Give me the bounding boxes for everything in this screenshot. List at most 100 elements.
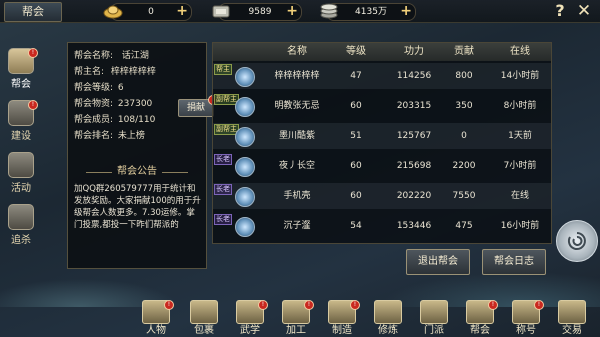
- menu-sect[interactable]: 门派: [414, 300, 454, 337]
- menu-trade[interactable]: 交易: [552, 300, 592, 337]
- spiral-action-button[interactable]: [556, 220, 598, 262]
- label: 帮会名称:: [74, 51, 114, 61]
- avatar: [235, 67, 255, 87]
- leave-guild-button[interactable]: 退出帮会: [406, 249, 470, 275]
- member-contribution: 0: [461, 131, 467, 141]
- table-row[interactable]: 副帮主 明教张无忌 60 203315 350 8小时前: [213, 93, 551, 119]
- member-name: 手机壳: [283, 191, 311, 201]
- coin-value: 4135万: [355, 7, 387, 17]
- guild-log-button[interactable]: 帮会日志: [482, 249, 546, 275]
- notification-badge: !: [28, 48, 38, 58]
- label: 帮会排名:: [74, 131, 114, 141]
- label: 帮会成员:: [74, 115, 114, 125]
- table-row[interactable]: 副帮主 墨川酷紫 51 125767 0 1天前: [213, 123, 551, 149]
- member-contribution: 800: [455, 71, 473, 81]
- member-power: 203315: [396, 101, 432, 111]
- silver-value: 9589: [248, 7, 272, 17]
- member-level: 60: [350, 191, 362, 201]
- member-name: 沉子瀣: [283, 221, 311, 231]
- trade-icon: [558, 300, 586, 324]
- table-row[interactable]: 长老 沉子瀣 54 153446 475 16小时前: [213, 213, 551, 239]
- guild-level-row: 帮会等级: 6: [74, 81, 124, 95]
- member-power: 215698: [396, 161, 432, 171]
- member-online: 16小时前: [500, 221, 540, 231]
- nav-item-label: 建设: [11, 131, 31, 142]
- help-button[interactable]: ?: [551, 1, 569, 21]
- guild-members: 108/110: [117, 115, 156, 125]
- coin-counter: 4135万 +: [320, 3, 416, 21]
- member-power: 153446: [396, 221, 432, 231]
- table-row[interactable]: 长老 手机壳 60 202220 7550 在线: [213, 183, 551, 209]
- avatar: [235, 217, 255, 237]
- sect-gate-icon: [420, 300, 448, 324]
- nav-item-guild[interactable]: 帮会 !: [2, 48, 40, 90]
- member-name: 夜丿长空: [278, 161, 315, 171]
- menu-label: 修炼: [378, 325, 398, 336]
- notice-text: 加QQ群260579777用于统计和发放奖励。大家捐献100的用于升级帮会人数更…: [74, 184, 201, 230]
- guild-supply-row: 帮会物资: 237300: [74, 97, 152, 111]
- member-online: 8小时前: [503, 101, 537, 111]
- guild-leader-row: 帮主名: 梓梓梓梓梓: [74, 65, 156, 79]
- bag-icon: [190, 300, 218, 324]
- member-name: 墨川酷紫: [278, 131, 315, 141]
- menu-forge[interactable]: 制造 !: [322, 300, 362, 337]
- member-level: 51: [350, 131, 362, 141]
- nav-item-label: 追杀: [11, 235, 31, 246]
- member-contribution: 7550: [452, 191, 476, 201]
- member-power: 114256: [396, 71, 432, 81]
- activity-icon: [8, 152, 34, 178]
- nav-item-pursue[interactable]: 追杀: [2, 204, 40, 246]
- notification-badge: !: [534, 300, 544, 310]
- nav-item-label: 帮会: [11, 79, 31, 90]
- column-header-power[interactable]: 功力: [385, 43, 443, 61]
- guild-leader: 梓梓梓梓梓: [110, 67, 156, 77]
- menu-martial-arts[interactable]: 武学 !: [230, 300, 270, 337]
- close-button[interactable]: ✕: [574, 1, 594, 21]
- nav-item-activity[interactable]: 活动: [2, 152, 40, 194]
- label: 帮会等级:: [74, 83, 114, 93]
- guild-members-row: 帮会成员: 108/110: [74, 113, 155, 127]
- menu-craft[interactable]: 加工 !: [276, 300, 316, 337]
- member-power: 125767: [396, 131, 432, 141]
- add-ingot-button[interactable]: +: [176, 4, 188, 19]
- add-coin-button[interactable]: +: [400, 4, 412, 19]
- menu-guild[interactable]: 帮会 !: [460, 300, 500, 337]
- menu-cultivate[interactable]: 修炼: [368, 300, 408, 337]
- nav-item-build[interactable]: 建设 !: [2, 100, 40, 142]
- menu-label: 武学: [240, 325, 260, 336]
- notification-badge: !: [304, 300, 314, 310]
- label: 帮会物资:: [74, 99, 114, 109]
- label: 帮主名:: [74, 67, 105, 77]
- notice-title: 帮会公告: [68, 165, 206, 179]
- window-title: 帮会: [4, 2, 62, 22]
- menu-label: 交易: [562, 325, 582, 336]
- member-contribution: 350: [455, 101, 473, 111]
- column-header-online[interactable]: 在线: [493, 43, 547, 61]
- rank-tag: 长老: [214, 154, 232, 165]
- pursue-icon: [8, 204, 34, 230]
- member-online: 1天前: [508, 131, 532, 141]
- notification-badge: !: [350, 300, 360, 310]
- member-online: 14小时前: [500, 71, 540, 81]
- table-row[interactable]: 长老 夜丿长空 60 215698 2200 7小时前: [213, 153, 551, 179]
- menu-label: 帮会: [470, 325, 490, 336]
- add-silver-button[interactable]: +: [286, 4, 298, 19]
- menu-title[interactable]: 称号 !: [506, 300, 546, 337]
- guild-level: 6: [117, 83, 124, 93]
- member-online: 在线: [510, 191, 529, 201]
- column-header-name[interactable]: 名称: [253, 43, 341, 61]
- menu-label: 制造: [332, 325, 352, 336]
- spiral-icon: [567, 232, 586, 250]
- column-header-contribution[interactable]: 贡献: [439, 43, 489, 61]
- member-level: 47: [350, 71, 362, 81]
- notification-badge: !: [28, 100, 38, 110]
- menu-label: 人物: [146, 325, 166, 336]
- menu-character[interactable]: 人物 !: [136, 300, 176, 337]
- column-header-level[interactable]: 等级: [335, 43, 377, 61]
- member-contribution: 475: [455, 221, 473, 231]
- guild-name-row: 帮会名称: 话江湖: [74, 49, 149, 63]
- menu-bag[interactable]: 包裹: [184, 300, 224, 337]
- member-online: 7小时前: [503, 161, 537, 171]
- table-row[interactable]: 帮主 梓梓梓梓梓 47 114256 800 14小时前: [213, 63, 551, 89]
- rank-tag: 长老: [214, 214, 232, 225]
